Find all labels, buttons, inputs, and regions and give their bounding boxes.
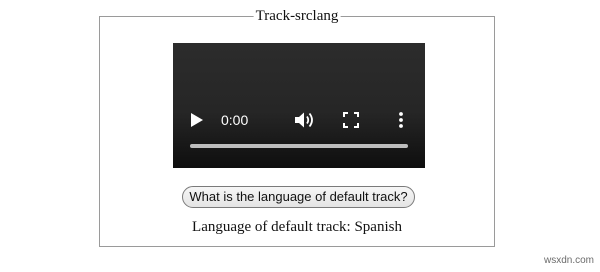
language-query-button[interactable]: What is the language of default track? <box>182 186 415 208</box>
play-icon[interactable] <box>190 112 204 128</box>
more-options-icon[interactable] <box>398 111 404 129</box>
current-time: 0:00 <box>221 112 249 128</box>
video-controls: 0:00 <box>173 105 425 135</box>
video-progress-bar[interactable] <box>190 144 408 148</box>
fieldset-legend: Track-srclang <box>253 7 341 26</box>
watermark: wsxdn.com <box>543 255 594 266</box>
volume-icon[interactable] <box>294 111 316 129</box>
fullscreen-icon[interactable] <box>343 112 359 128</box>
video-player[interactable]: 0:00 <box>173 43 425 168</box>
result-text: Language of default track: Spanish <box>192 219 402 235</box>
